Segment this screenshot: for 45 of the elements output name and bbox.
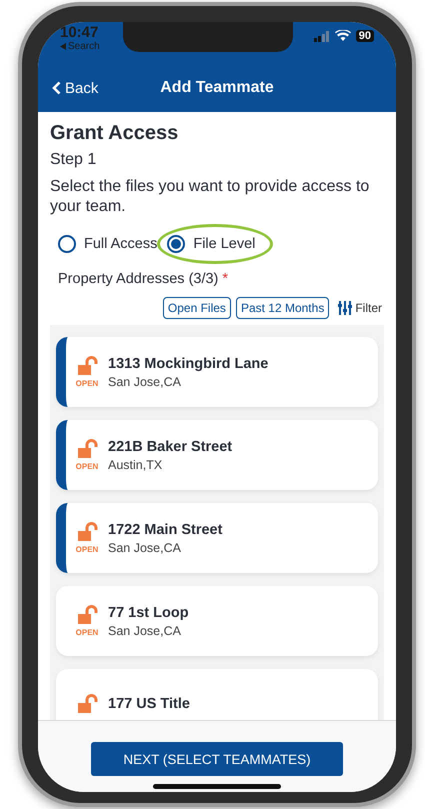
- battery-level: 90: [356, 30, 374, 42]
- address-card[interactable]: OPEN 1313 Mockingbird Lane San Jose,CA: [56, 337, 378, 407]
- wifi-icon: [334, 30, 351, 42]
- unlocked-padlock-icon: [76, 522, 98, 542]
- status-label: OPEN: [76, 545, 98, 554]
- address-card[interactable]: OPEN 221B Baker Street Austin,TX: [56, 420, 378, 490]
- city-state: Austin,TX: [108, 458, 164, 472]
- city-state: San Jose,CA: [108, 540, 182, 554]
- signal-icon: [314, 30, 330, 42]
- required-asterisk: *: [222, 271, 228, 287]
- street-address: 77 1st Loop: [108, 604, 189, 620]
- address-card[interactable]: OPEN 77 1st Loop San Jose,CA: [56, 586, 378, 656]
- city-state: San Jose,CA: [108, 374, 182, 388]
- back-button[interactable]: Back: [52, 80, 98, 96]
- sliders-icon: [338, 301, 352, 315]
- street-address: 1722 Main Street: [108, 522, 222, 538]
- instruction-text: Select the files you want to provide access to your team.: [50, 177, 370, 217]
- unlocked-padlock-icon: [76, 605, 98, 625]
- address-card[interactable]: OPEN 1722 Main Street San Jose,CA: [56, 503, 378, 573]
- status-label: OPEN: [76, 379, 98, 388]
- section-label: Property Addresses (3/3): [58, 271, 218, 287]
- unlocked-padlock-icon: [76, 694, 98, 714]
- step-label: Step 1: [50, 151, 98, 169]
- status-label: OPEN: [76, 628, 98, 637]
- filter-button[interactable]: Filter: [334, 301, 382, 315]
- filter-chip[interactable]: Past 12 Months: [236, 297, 330, 319]
- radio-option[interactable]: Full Access: [58, 235, 158, 253]
- filter-chip[interactable]: Open Files: [162, 297, 231, 319]
- unlocked-padlock-icon: [76, 439, 98, 459]
- city-state: San Jose,CA: [108, 624, 182, 638]
- back-triangle-icon: [60, 43, 66, 50]
- status-label: OPEN: [76, 462, 98, 471]
- street-address: 177 US Title: [108, 696, 190, 712]
- radio-button[interactable]: [167, 235, 186, 253]
- page-heading: Grant Access: [50, 122, 180, 145]
- next-button[interactable]: NEXT (SELECT TEAMMATES): [91, 742, 343, 776]
- screen-title: Add Teammate: [160, 79, 274, 97]
- unlocked-padlock-icon: [76, 356, 98, 376]
- radio-option[interactable]: File Level: [167, 235, 256, 253]
- address-card[interactable]: 177 US Title: [56, 669, 378, 720]
- status-time: 10:47: [60, 24, 100, 41]
- street-address: 1313 Mockingbird Lane: [108, 356, 268, 372]
- street-address: 221B Baker Street: [108, 438, 232, 454]
- chevron-left-icon: [52, 81, 61, 95]
- radio-button[interactable]: [58, 235, 76, 253]
